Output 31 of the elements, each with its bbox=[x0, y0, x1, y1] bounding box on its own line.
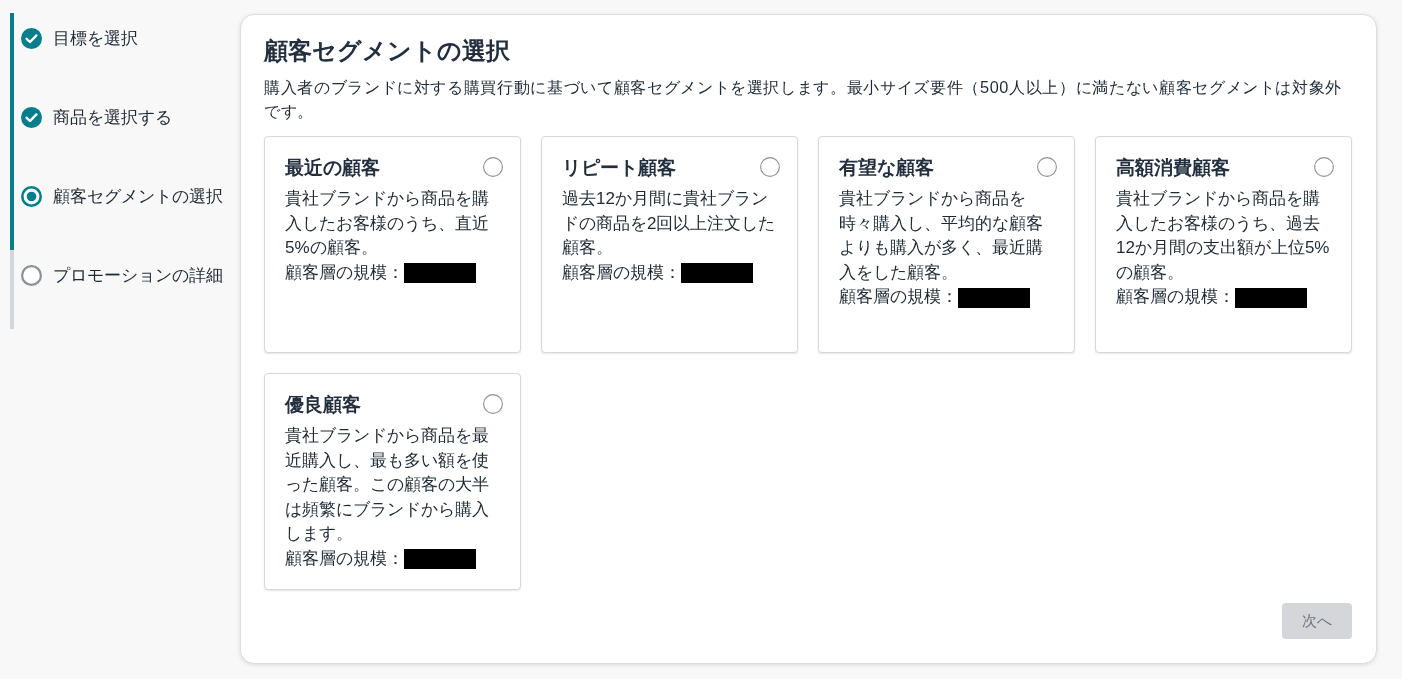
segment-card[interactable]: 優良顧客 貴社ブランドから商品を最近購入し、最も多い額を使った顧客。この顧客の大半は頻繁にブランドから購入します。 顧客層の規模： bbox=[264, 373, 521, 590]
step-label: プロモーションの詳細 bbox=[53, 265, 223, 286]
segment-description: 貴社ブランドから商品を購入したお客様のうち、直近5%の顧客。 bbox=[285, 188, 490, 259]
segment-title: 優良顧客 bbox=[285, 393, 361, 417]
radio-button[interactable] bbox=[1037, 156, 1057, 177]
segment-title: 最近の顧客 bbox=[285, 156, 380, 180]
segment-description: 貴社ブランドから商品を最近購入し、最も多い額を使った顧客。この顧客の大半は頻繁にブランドから購入します。 bbox=[285, 425, 490, 545]
size-label: 顧客層の規模： bbox=[285, 261, 404, 284]
panel-title: 顧客セグメントの選択 bbox=[264, 37, 511, 65]
segment-title: 高額消費顧客 bbox=[1116, 156, 1230, 180]
step-label: 商品を選択する bbox=[53, 107, 172, 128]
size-label: 顧客層の規模： bbox=[285, 547, 404, 570]
segment-description: 過去12か月間に貴社ブランドの商品を2回以上注文した顧客。 bbox=[562, 188, 777, 259]
segment-card[interactable]: リピート顧客 過去12か月間に貴社ブランドの商品を2回以上注文した顧客。 顧客層の規模： bbox=[541, 136, 798, 353]
radio-button[interactable] bbox=[1314, 156, 1334, 177]
segment-title: リピート顧客 bbox=[562, 156, 676, 180]
panel-description: 購入者のブランドに対する購買行動に基づいて顧客セグメントを選択します。最小サイズ要件（500人以上）に満たない顧客セグメントは対象外です。 bbox=[264, 77, 1344, 122]
segment-description: 貴社ブランドから商品を時々購入し、平均的な顧客よりも購入が多く、最近購入をした顧客。 bbox=[839, 188, 1044, 284]
segment-card[interactable]: 高額消費顧客 貴社ブランドから商品を購入したお客様のうち、過去12か月間の支出額が上位5%の顧客。 顧客層の規模： bbox=[1095, 136, 1352, 353]
size-label: 顧客層の規模： bbox=[839, 286, 958, 308]
step-label: 顧客セグメントの選択 bbox=[53, 186, 223, 207]
size-label: 顧客層の規模： bbox=[1116, 286, 1235, 308]
radio-button[interactable] bbox=[483, 393, 503, 414]
segment-card[interactable]: 最近の顧客 貴社ブランドから商品を購入したお客様のうち、直近5%の顧客。 顧客層の規模： bbox=[264, 136, 521, 353]
segment-title: 有望な顧客 bbox=[839, 156, 934, 180]
segment-description: 貴社ブランドから商品を購入したお客様のうち、過去12か月間の支出額が上位5%の顧客。 bbox=[1116, 188, 1331, 284]
segment-card[interactable]: 有望な顧客 貴社ブランドから商品を時々購入し、平均的な顧客よりも購入が多く、最近購入をした顧客。 顧客層の規模： bbox=[818, 136, 1075, 353]
radio-button[interactable] bbox=[760, 156, 780, 177]
size-label: 顧客層の規模： bbox=[562, 261, 681, 284]
radio-button[interactable] bbox=[483, 156, 503, 177]
step-label: 目標を選択 bbox=[53, 28, 138, 49]
